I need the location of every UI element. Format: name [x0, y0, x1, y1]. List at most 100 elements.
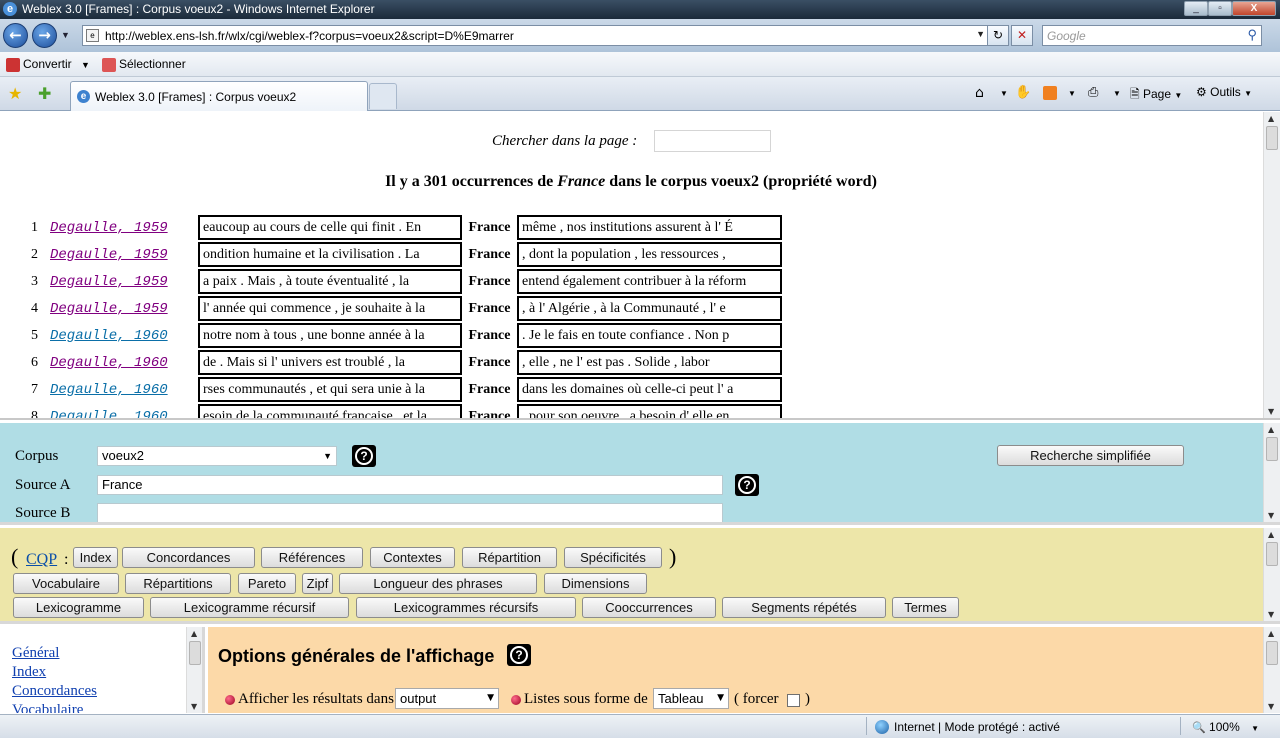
- scroll-up-icon[interactable]: ▲: [191, 629, 197, 638]
- reference-link[interactable]: Degaulle, 1959: [46, 242, 196, 267]
- zoom-level[interactable]: 🔍 100% ▼: [1192, 720, 1259, 734]
- favorites-star-icon[interactable]: ★: [8, 84, 22, 103]
- tool-button[interactable]: Lexicogramme récursif: [150, 597, 349, 618]
- nav-scrollbar[interactable]: ▲ ▼: [186, 627, 202, 713]
- query-scrollbar[interactable]: ▲ ▼: [1263, 423, 1280, 522]
- source-a-input[interactable]: France: [97, 475, 723, 495]
- force-checkbox[interactable]: [787, 694, 800, 707]
- scroll-down-icon[interactable]: ▼: [1268, 610, 1274, 619]
- forward-button[interactable]: →: [32, 23, 57, 48]
- corpus-dropdown-icon[interactable]: ▼: [323, 447, 332, 465]
- address-bar[interactable]: e http://weblex.ens-lsh.fr/wlx/cgi/weble…: [82, 25, 988, 46]
- list-form-select[interactable]: Tableau ▼: [653, 688, 729, 709]
- corpus-help-icon[interactable]: ?: [352, 445, 376, 467]
- new-tab-button[interactable]: [369, 83, 397, 109]
- tool-button[interactable]: Répartition: [462, 547, 557, 568]
- convertir-dropdown-icon[interactable]: ▼: [81, 60, 90, 70]
- reference-link[interactable]: Degaulle, 1959: [46, 269, 196, 294]
- list-form-dropdown-icon[interactable]: ▼: [717, 689, 724, 708]
- tool-button[interactable]: Longueur des phrases: [339, 573, 537, 594]
- reference-link[interactable]: Degaulle, 1960: [46, 377, 196, 402]
- selectionner-button[interactable]: Sélectionner: [102, 57, 186, 72]
- reference-link[interactable]: Degaulle, 1960: [46, 350, 196, 375]
- convertir-button[interactable]: Convertir ▼: [6, 57, 90, 72]
- address-url[interactable]: http://weblex.ens-lsh.fr/wlx/cgi/weblex-…: [105, 29, 514, 43]
- history-dropdown-icon[interactable]: ▼: [61, 30, 70, 40]
- rss-feed-icon[interactable]: [1043, 86, 1057, 100]
- search-in-page-input[interactable]: [654, 130, 771, 152]
- page-menu-button[interactable]: 🗎 Page ▼: [1130, 85, 1182, 106]
- scroll-down-icon[interactable]: ▼: [1268, 511, 1274, 520]
- source-a-help-icon[interactable]: ?: [735, 474, 759, 496]
- source-b-input[interactable]: [97, 503, 723, 522]
- reference-link[interactable]: Degaulle, 1959: [46, 296, 196, 321]
- results-scrollbar[interactable]: ▲ ▼: [1263, 112, 1280, 418]
- nav-link-general[interactable]: Général: [12, 645, 59, 662]
- tools-scrollbar[interactable]: ▲ ▼: [1263, 528, 1280, 621]
- options-help-icon[interactable]: ?: [507, 644, 531, 666]
- tool-button[interactable]: Zipf: [302, 573, 333, 594]
- tool-button[interactable]: Concordances: [122, 547, 255, 568]
- scroll-thumb[interactable]: [1266, 437, 1278, 461]
- scroll-up-icon[interactable]: ▲: [1268, 530, 1274, 539]
- scroll-thumb[interactable]: [1266, 126, 1278, 150]
- simple-search-button[interactable]: Recherche simplifiée: [997, 445, 1184, 466]
- scroll-up-icon[interactable]: ▲: [1268, 114, 1274, 123]
- security-zone[interactable]: Internet | Mode protégé : activé: [894, 720, 1060, 734]
- feed-dropdown-icon[interactable]: ▼: [1068, 89, 1076, 98]
- tool-button[interactable]: Vocabulaire: [13, 573, 119, 594]
- pivot-word: France: [468, 246, 511, 262]
- reference-link[interactable]: Degaulle, 1960: [46, 323, 196, 348]
- maximize-button[interactable]: ▫: [1208, 1, 1232, 16]
- add-favorite-icon[interactable]: ✚: [38, 84, 51, 103]
- scroll-down-icon[interactable]: ▼: [1268, 702, 1274, 711]
- options-scrollbar[interactable]: ▲ ▼: [1263, 627, 1280, 713]
- reference-link[interactable]: Degaulle, 1959: [46, 215, 196, 240]
- scroll-up-icon[interactable]: ▲: [1268, 629, 1274, 638]
- tool-button[interactable]: Cooccurrences: [582, 597, 716, 618]
- refresh-button[interactable]: ↻: [987, 25, 1009, 46]
- tab-weblex[interactable]: e Weblex 3.0 [Frames] : Corpus voeux2: [70, 81, 368, 111]
- tool-button[interactable]: Références: [261, 547, 363, 568]
- scroll-down-icon[interactable]: ▼: [1268, 407, 1274, 416]
- tool-button[interactable]: Répartitions: [125, 573, 231, 594]
- scroll-thumb[interactable]: [1266, 542, 1278, 566]
- back-button[interactable]: ←: [3, 23, 28, 48]
- tool-button[interactable]: Termes: [892, 597, 959, 618]
- scroll-down-icon[interactable]: ▼: [191, 702, 197, 711]
- display-in-select[interactable]: output ▼: [395, 688, 499, 709]
- scroll-thumb[interactable]: [189, 641, 201, 665]
- home-icon[interactable]: ⌂: [975, 85, 984, 101]
- tool-button[interactable]: Segments répétés: [722, 597, 886, 618]
- cqp-link[interactable]: CQP: [26, 551, 57, 569]
- nav-link-concordances[interactable]: Concordances: [12, 683, 97, 700]
- scroll-up-icon[interactable]: ▲: [1268, 425, 1274, 434]
- tool-button[interactable]: Spécificités: [564, 547, 662, 568]
- display-in-dropdown-icon[interactable]: ▼: [487, 689, 494, 708]
- tool-button[interactable]: Lexicogrammes récursifs: [356, 597, 576, 618]
- tool-button[interactable]: Index: [73, 547, 118, 568]
- stop-button[interactable]: ✕: [1011, 25, 1033, 46]
- minimize-button[interactable]: _: [1184, 1, 1208, 16]
- tool-button[interactable]: Dimensions: [544, 573, 647, 594]
- home-dropdown-icon[interactable]: ▼: [1000, 89, 1008, 98]
- window-title-bar: e Weblex 3.0 [Frames] : Corpus voeux2 - …: [0, 0, 1280, 19]
- search-icon[interactable]: ⚲: [1247, 27, 1257, 43]
- print-icon[interactable]: ⎙: [1088, 85, 1098, 100]
- search-input[interactable]: Google ⚲: [1042, 25, 1262, 46]
- close-button[interactable]: X: [1232, 1, 1276, 16]
- nav-link-index[interactable]: Index: [12, 664, 46, 681]
- help-glyph: ?: [355, 447, 373, 465]
- tool-button[interactable]: Lexicogramme: [13, 597, 144, 618]
- tools-menu-button[interactable]: ⚙ Outils ▼: [1196, 85, 1252, 99]
- hand-icon[interactable]: ✋: [1015, 85, 1031, 100]
- address-dropdown-icon[interactable]: ▼: [976, 29, 985, 39]
- print-dropdown-icon[interactable]: ▼: [1113, 89, 1121, 98]
- scroll-thumb[interactable]: [1266, 641, 1278, 665]
- corpus-select[interactable]: voeux2 ▼: [97, 446, 337, 466]
- select-icon: [102, 57, 116, 72]
- tool-button[interactable]: Contextes: [370, 547, 455, 568]
- reference-link[interactable]: Degaulle, 1960: [46, 404, 196, 419]
- tool-button[interactable]: Pareto: [238, 573, 296, 594]
- nav-link-vocabulaire[interactable]: Vocabulaire: [12, 702, 83, 713]
